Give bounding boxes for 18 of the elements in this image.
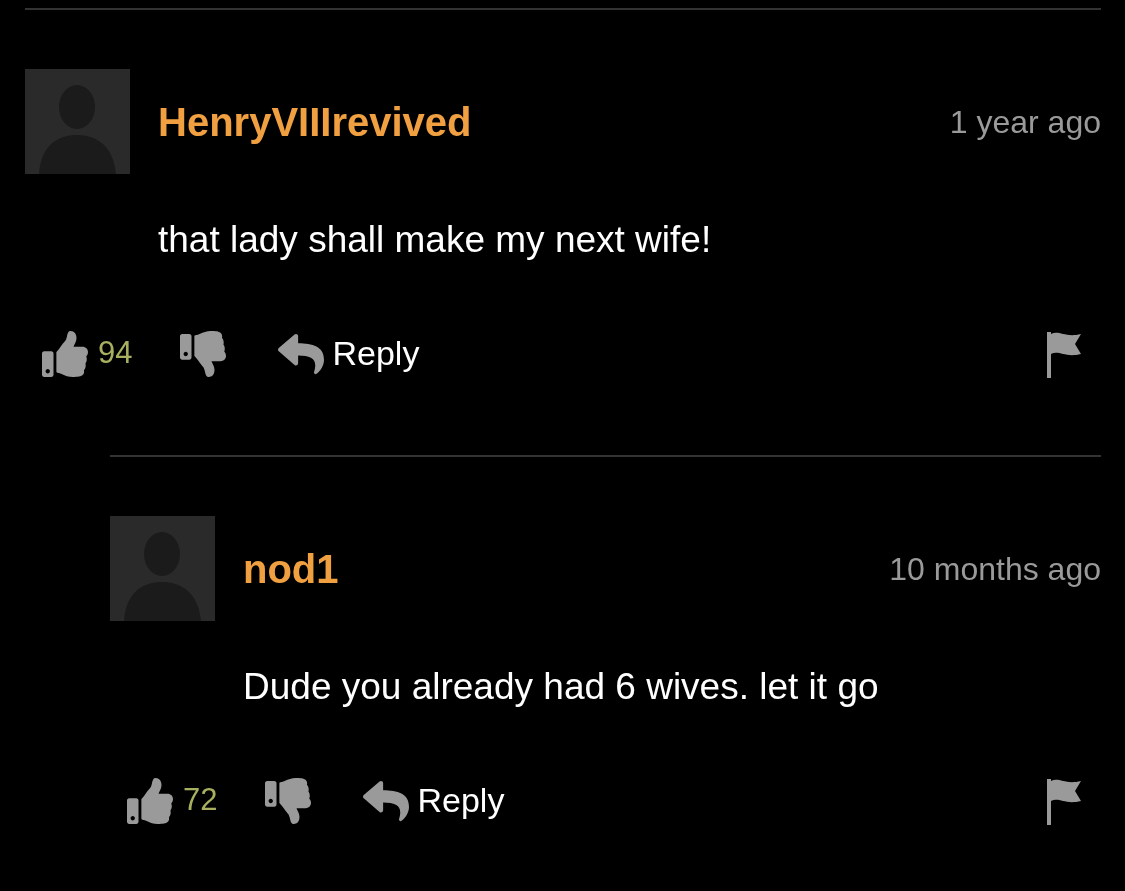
- username[interactable]: nod1: [243, 548, 339, 589]
- reply-button[interactable]: Reply: [278, 328, 420, 379]
- username[interactable]: HenryVIIIrevived: [158, 101, 472, 142]
- flag-icon[interactable]: [1045, 776, 1083, 825]
- like-count: 94: [98, 334, 133, 373]
- flag-icon[interactable]: [1045, 329, 1083, 378]
- reply-button[interactable]: Reply: [363, 775, 505, 826]
- like-count: 72: [183, 781, 218, 820]
- thumbs-down-icon[interactable]: [180, 330, 227, 377]
- comment-text: Dude you already had 6 wives. let it go: [243, 665, 880, 709]
- avatar-icon: [25, 69, 130, 174]
- thumbs-up-icon[interactable]: [127, 777, 173, 824]
- thumbs-up-icon[interactable]: [42, 330, 88, 377]
- thumbs-down-icon[interactable]: [265, 777, 312, 824]
- timestamp: 1 year ago: [949, 105, 1101, 138]
- avatar-icon: [110, 516, 215, 621]
- timestamp: 10 months ago: [889, 552, 1101, 585]
- comment-text: that lady shall make my next wife!: [158, 218, 713, 262]
